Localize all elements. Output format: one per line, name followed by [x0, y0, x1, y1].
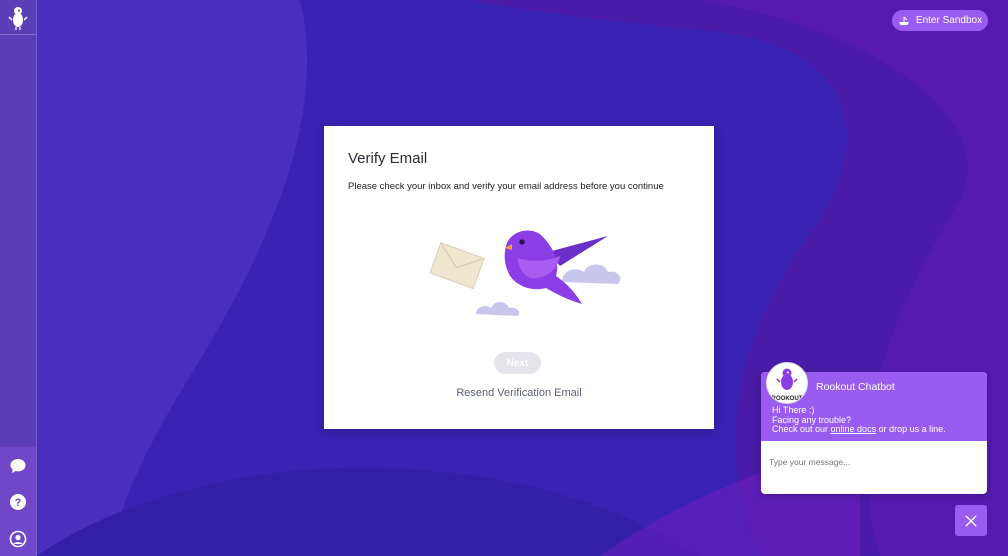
sidebar-bottom-panel: ? — [0, 447, 36, 556]
verify-email-dialog: Verify Email Please check your inbox and… — [324, 126, 714, 429]
chatbot-message: Hi There :) Facing any trouble? Check ou… — [772, 405, 946, 435]
sidebar-divider — [0, 34, 36, 35]
enter-sandbox-label: Enter Sandbox — [915, 15, 983, 26]
rookout-logo-icon[interactable] — [6, 4, 30, 32]
sidebar: ? — [0, 0, 37, 556]
dialog-description: Please check your inbox and verify your … — [348, 181, 664, 192]
chatbot-avatar-text: ROOKOUT — [771, 396, 803, 402]
chatbot-docs-suffix: or drop us a line. — [876, 424, 946, 434]
help-icon[interactable]: ? — [9, 493, 27, 511]
bird-envelope-illustration — [429, 230, 621, 316]
sandbox-icon — [898, 16, 909, 25]
chat-close-button[interactable] — [955, 505, 987, 536]
svg-text:?: ? — [15, 497, 22, 509]
online-docs-link[interactable]: online docs — [831, 424, 877, 434]
chatbot-docs-prefix: Check out our — [772, 424, 831, 434]
chat-bubble-icon[interactable] — [9, 457, 27, 475]
chatbot-title: Rookout Chatbot — [816, 381, 895, 393]
enter-sandbox-button[interactable]: Enter Sandbox — [892, 10, 988, 31]
next-button[interactable]: Next — [494, 352, 541, 374]
close-icon — [965, 514, 977, 527]
user-icon[interactable] — [9, 530, 27, 548]
chat-message-input[interactable] — [767, 452, 971, 472]
chatbot-docs-line: Check out our online docs or drop us a l… — [772, 424, 946, 435]
dialog-title: Verify Email — [348, 150, 428, 167]
chatbot-avatar: ROOKOUT — [766, 362, 808, 404]
resend-verification-link[interactable]: Resend Verification Email — [324, 387, 714, 399]
